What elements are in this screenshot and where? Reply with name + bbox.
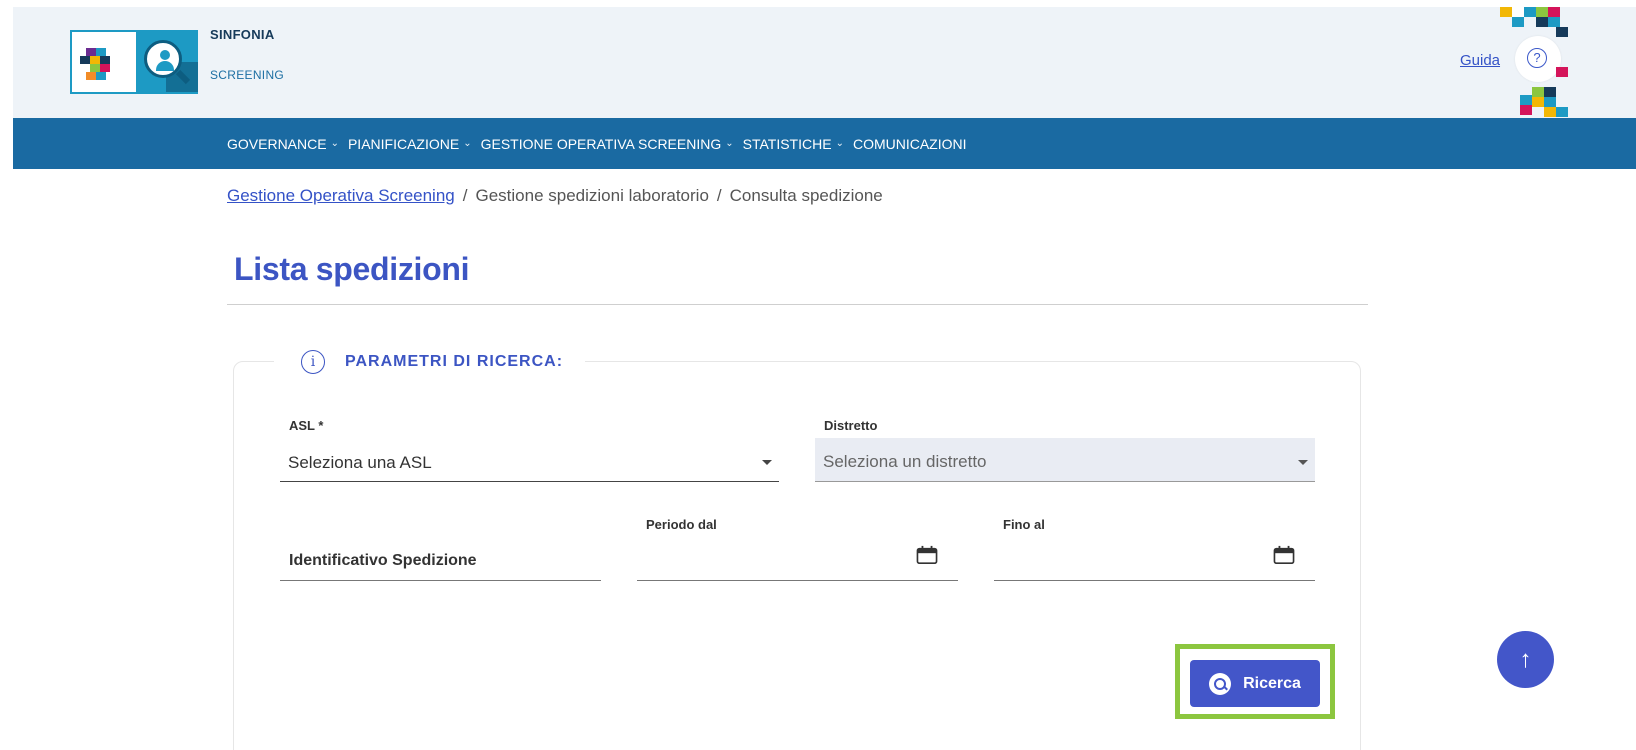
nav-item-comunicazioni[interactable]: COMUNICAZIONI (853, 136, 967, 152)
chevron-down-icon: ⌄ (330, 138, 339, 149)
scroll-to-top-button[interactable]: ↑ (1497, 631, 1554, 688)
nav-item-pianificazione[interactable]: PIANIFICAZIONE ⌄ (348, 136, 472, 152)
ricerca-button-label: Ricerca (1243, 674, 1301, 692)
logo-search-person (136, 32, 198, 92)
id-spedizione-placeholder: Identificativo Spedizione (289, 552, 477, 569)
distretto-label: Distretto (824, 418, 878, 433)
brand-subtitle: SCREENING (210, 68, 285, 82)
nav-item-governance[interactable]: GOVERNANCE ⌄ (227, 136, 339, 152)
distretto-select-value: Seleziona un distretto (823, 452, 987, 471)
nav-item-label: COMUNICAZIONI (852, 135, 967, 152)
help-icon: ? (1527, 48, 1547, 68)
search-panel-title: PARAMETRI DI RICERCA: (345, 353, 564, 370)
nav-item-label: GESTIONE OPERATIVA SCREENING (480, 135, 722, 152)
periodo-dal-input[interactable] (637, 539, 958, 581)
chevron-down-icon: ⌄ (463, 138, 472, 149)
logo-pixel-mark (74, 34, 134, 90)
fino-al-label: Fino al (1003, 517, 1045, 532)
asl-select[interactable]: Seleziona una ASL (280, 440, 779, 482)
page-frame: SINFONIA SCREENING Guida ? GOVERNANCE ⌄ … (13, 7, 1636, 750)
asl-select-value: Seleziona una ASL (288, 453, 432, 472)
chevron-down-icon: ⌄ (835, 138, 844, 149)
breadcrumb: Gestione Operativa Screening / Gestione sp… (227, 186, 883, 206)
fino-al-input[interactable] (994, 539, 1315, 581)
app-header: SINFONIA SCREENING Guida ? (13, 7, 1636, 123)
info-icon: i (301, 350, 325, 374)
app-logo[interactable] (70, 30, 198, 94)
breadcrumb-separator: / (462, 186, 468, 205)
nav-item-gestione-operativa-screening[interactable]: GESTIONE OPERATIVA SCREENING ⌄ (481, 136, 734, 152)
main-navbar: GOVERNANCE ⌄ PIANIFICAZIONE ⌄ GESTIONE O… (13, 118, 1636, 169)
breadcrumb-item: Gestione spedizioni laboratorio (475, 186, 709, 205)
nav-item-label: PIANIFICAZIONE (347, 135, 460, 152)
help-button[interactable]: ? (1515, 36, 1561, 82)
title-divider (227, 304, 1368, 305)
nav-item-label: STATISTICHE (742, 135, 832, 152)
calendar-icon[interactable] (1273, 545, 1295, 565)
breadcrumb-link-gestione-operativa[interactable]: Gestione Operativa Screening (227, 186, 455, 205)
periodo-dal-label: Periodo dal (646, 517, 717, 532)
caret-down-icon (762, 460, 772, 465)
breadcrumb-current: Consulta spedizione (729, 186, 883, 205)
brand-title: SINFONIA (210, 27, 275, 42)
nav-item-label: GOVERNANCE (227, 135, 327, 152)
page-title: Lista spedizioni (234, 251, 470, 287)
distretto-select[interactable]: Seleziona un distretto (815, 438, 1315, 482)
calendar-icon[interactable] (916, 545, 938, 565)
breadcrumb-separator: / (716, 186, 722, 205)
chevron-down-icon: ⌄ (725, 138, 734, 149)
nav-item-statistiche[interactable]: STATISTICHE ⌄ (743, 136, 844, 152)
guida-link[interactable]: Guida (1460, 52, 1500, 69)
caret-down-icon (1298, 460, 1308, 465)
search-panel-legend: i PARAMETRI DI RICERCA: (274, 350, 586, 374)
search-icon (1209, 672, 1232, 695)
asl-label: ASL * (289, 418, 324, 433)
ricerca-button[interactable]: Ricerca (1190, 660, 1320, 707)
id-spedizione-input[interactable]: Identificativo Spedizione (280, 539, 601, 581)
arrow-up-icon: ↑ (1519, 646, 1532, 673)
